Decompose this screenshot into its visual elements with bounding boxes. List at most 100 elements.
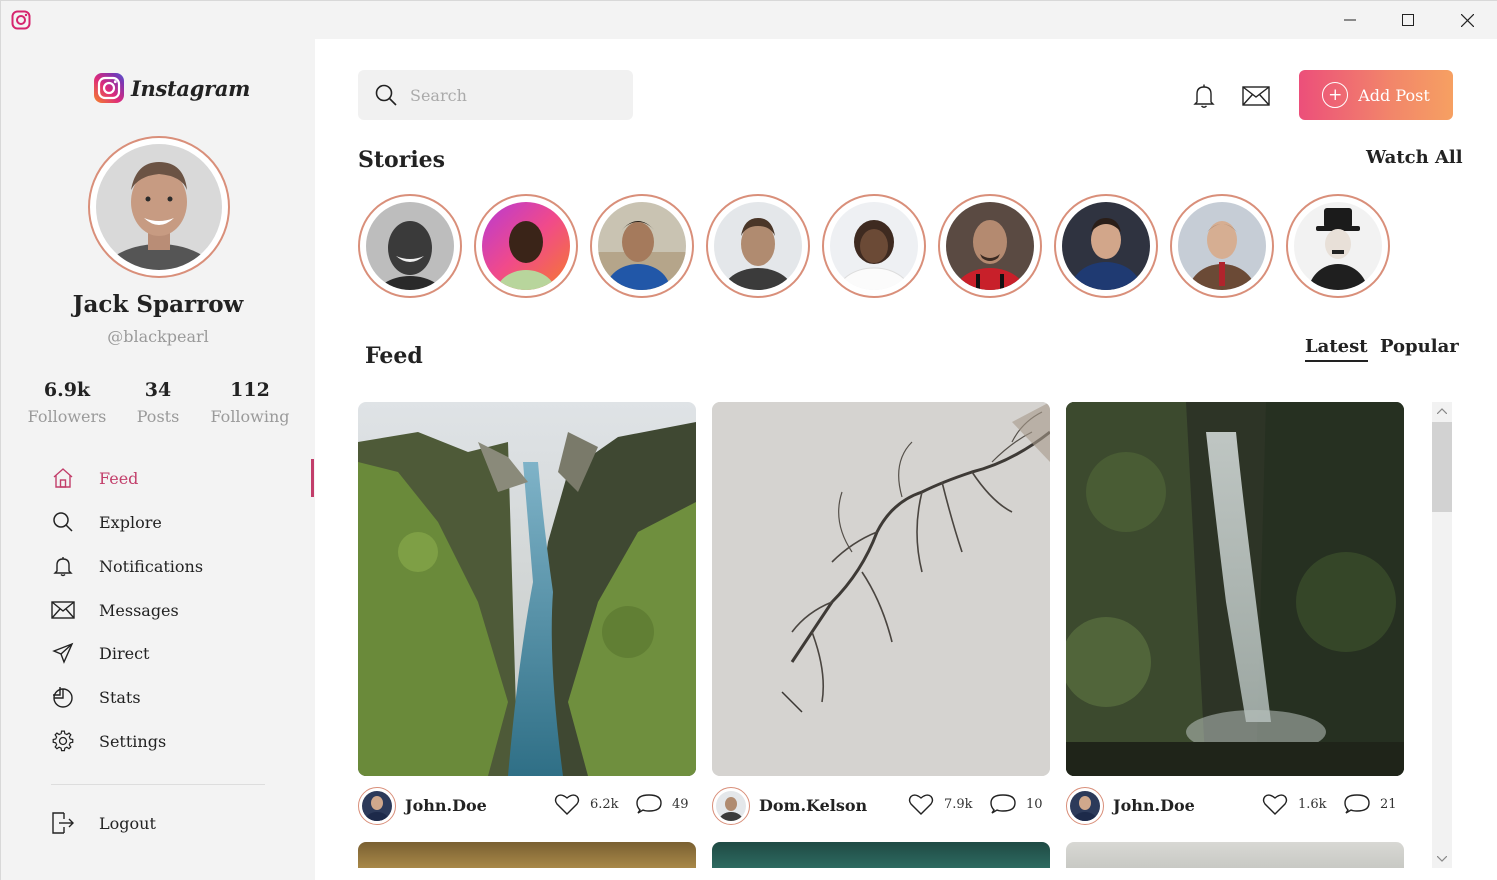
post-image[interactable] <box>1066 402 1404 776</box>
story-photo <box>1178 202 1266 290</box>
comment-count: 21 <box>1380 796 1397 812</box>
story-photo <box>1294 202 1382 290</box>
feed-post-partial[interactable] <box>358 842 696 868</box>
scroll-thumb[interactable] <box>1432 422 1452 512</box>
tab-latest[interactable]: Latest <box>1305 336 1368 362</box>
sidebar-item-explore[interactable]: Explore <box>51 507 301 537</box>
story-photo <box>714 202 802 290</box>
like-count: 7.9k <box>944 796 973 812</box>
heart-icon <box>1262 794 1288 815</box>
comment-count: 49 <box>672 796 689 812</box>
sidebar-item-notifications[interactable]: Notifications <box>51 551 301 581</box>
feed-post[interactable]: John.Doe 6.2k 49 <box>358 402 696 825</box>
like-button[interactable]: 6.2k <box>554 792 619 816</box>
like-button[interactable]: 1.6k <box>1262 792 1327 816</box>
sidebar-item-settings[interactable]: Settings <box>51 726 301 756</box>
comment-count: 10 <box>1026 796 1043 812</box>
comment-button[interactable]: 10 <box>990 792 1043 816</box>
sidebar-item-direct[interactable]: Direct <box>51 638 301 668</box>
watch-all-link[interactable]: Watch All <box>1366 147 1463 168</box>
chevron-up-icon <box>1437 408 1447 414</box>
post-username[interactable]: Dom.Kelson <box>759 796 867 815</box>
profile-name: Jack Sparrow <box>72 291 244 318</box>
story-avatar[interactable] <box>1170 194 1274 298</box>
comment-icon <box>636 794 662 814</box>
sidebar-item-label: Notifications <box>99 556 204 576</box>
post-username[interactable]: John.Doe <box>405 796 487 815</box>
plus-circle-icon: + <box>1322 82 1349 108</box>
post-image[interactable] <box>358 402 696 776</box>
main-content: + Add Post Stories Watch All <box>315 39 1497 880</box>
story-avatar[interactable] <box>358 194 462 298</box>
story-avatar[interactable] <box>590 194 694 298</box>
post-user-avatar[interactable] <box>358 787 396 825</box>
story-photo <box>1062 202 1150 290</box>
tab-popular[interactable]: Popular <box>1380 336 1459 360</box>
nav-divider <box>51 784 265 785</box>
profile-handle: @blackpearl <box>107 327 209 346</box>
story-avatar[interactable] <box>474 194 578 298</box>
mail-icon <box>1242 86 1270 106</box>
post-user-avatar[interactable] <box>712 787 750 825</box>
search-icon <box>51 510 75 534</box>
bell-icon <box>51 554 75 578</box>
search-box[interactable] <box>358 70 633 120</box>
feed-post-partial[interactable] <box>712 842 1050 868</box>
heart-icon <box>554 794 580 815</box>
feed-post[interactable]: John.Doe 1.6k 21 <box>1066 402 1404 825</box>
comment-button[interactable]: 21 <box>1344 792 1397 816</box>
comment-button[interactable]: 49 <box>636 792 689 816</box>
minimize-button[interactable] <box>1321 1 1379 39</box>
stat-following[interactable]: 112 Following <box>195 379 305 426</box>
post-image[interactable] <box>712 402 1050 776</box>
like-count: 1.6k <box>1298 796 1327 812</box>
scroll-up-arrow[interactable] <box>1432 402 1452 420</box>
story-avatar[interactable] <box>1286 194 1390 298</box>
stat-label: Following <box>210 407 290 426</box>
chevron-down-icon <box>1437 856 1447 862</box>
comment-icon <box>990 794 1016 814</box>
sidebar-item-label: Feed <box>99 468 139 488</box>
close-button[interactable] <box>1438 1 1496 39</box>
search-icon <box>375 84 397 106</box>
stories-title: Stories <box>358 147 446 173</box>
sidebar-item-stats[interactable]: Stats <box>51 682 301 712</box>
sidebar-item-label: Messages <box>99 600 179 620</box>
app-logo[interactable]: Instagram <box>93 72 250 104</box>
minimize-icon <box>1344 19 1356 21</box>
story-avatar[interactable] <box>1054 194 1158 298</box>
post-username[interactable]: John.Doe <box>1113 796 1195 815</box>
story-photo <box>830 202 918 290</box>
story-photo <box>482 202 570 290</box>
feed-title: Feed <box>365 343 423 369</box>
heart-icon <box>908 794 934 815</box>
sidebar-item-label: Settings <box>99 731 167 751</box>
story-avatar[interactable] <box>706 194 810 298</box>
maximize-button[interactable] <box>1379 1 1437 39</box>
app-window: Instagram Jack Sparrow @blackpearl 6.9k … <box>0 0 1497 880</box>
story-avatar[interactable] <box>822 194 926 298</box>
logo-text: Instagram <box>131 75 251 101</box>
like-button[interactable]: 7.9k <box>908 792 973 816</box>
close-icon <box>1460 13 1474 27</box>
logout-button[interactable]: Logout <box>51 808 301 838</box>
story-avatar[interactable] <box>938 194 1042 298</box>
sidebar-item-feed[interactable]: Feed <box>51 463 301 493</box>
post-user-avatar[interactable] <box>1066 787 1104 825</box>
search-input[interactable] <box>410 85 610 105</box>
feed-post[interactable]: Dom.Kelson 7.9k 10 <box>712 402 1050 825</box>
story-photo <box>946 202 1034 290</box>
profile-avatar[interactable] <box>88 136 230 278</box>
feed-scrollbar[interactable] <box>1432 402 1452 868</box>
add-post-button[interactable]: + Add Post <box>1299 70 1453 120</box>
sidebar-item-messages[interactable]: Messages <box>51 595 301 625</box>
mail-icon <box>51 598 75 622</box>
scroll-down-arrow[interactable] <box>1432 850 1452 868</box>
feed-post-partial[interactable] <box>1066 842 1404 868</box>
active-indicator <box>311 459 314 497</box>
avatar-photo <box>96 144 222 270</box>
stat-value: 112 <box>230 379 270 401</box>
maximize-icon <box>1402 14 1414 26</box>
notifications-button[interactable] <box>1189 83 1219 109</box>
messages-button[interactable] <box>1241 83 1271 109</box>
